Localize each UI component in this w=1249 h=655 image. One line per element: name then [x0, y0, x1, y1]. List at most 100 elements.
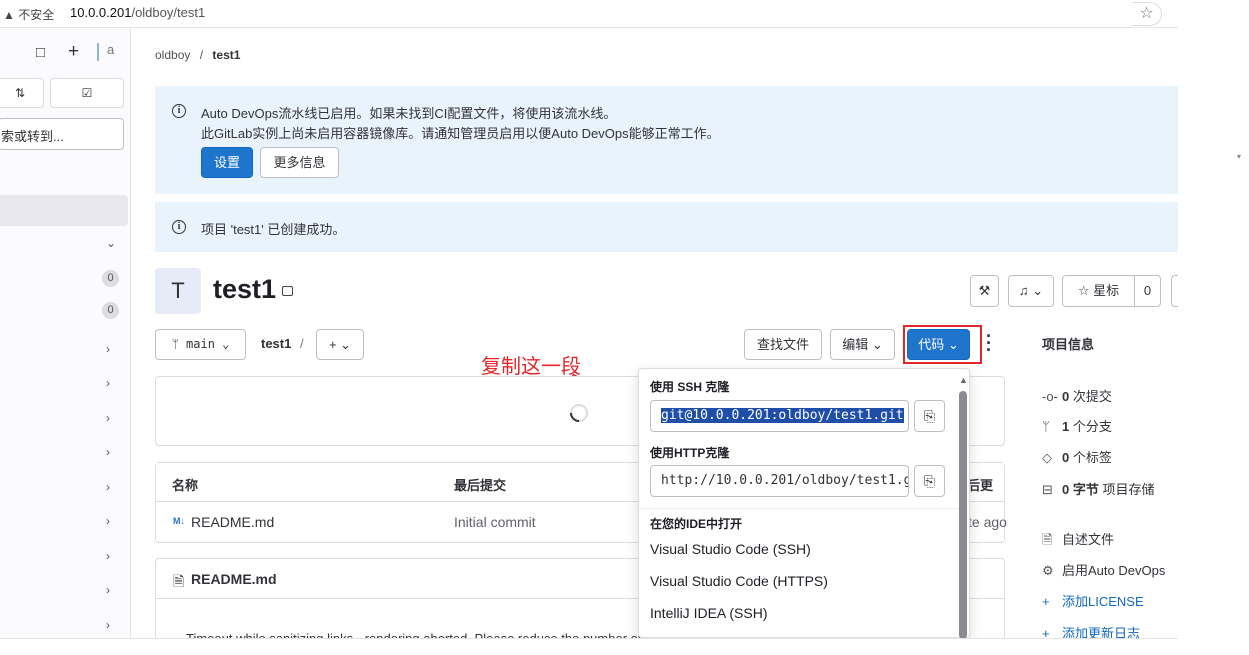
outer-window-area [1178, 0, 1249, 655]
ide-heading: 在您的IDE中打开 [650, 517, 743, 531]
ssh-clone-url-field[interactable]: git@10.0.0.201:oldboy/test1.git [650, 400, 909, 432]
project-info-heading: 项目信息 [1042, 337, 1095, 352]
tags-link[interactable]: ◇ 0 个标签 [1042, 447, 1112, 466]
search-or-goto-input[interactable]: 索或转到... [0, 118, 124, 150]
ide-item-intellij-ssh[interactable]: IntelliJ IDEA (SSH) [650, 605, 767, 621]
bookmark-star-icon[interactable]: ☆ [1132, 2, 1162, 26]
notification-bell-dropdown[interactable]: ♫ ⌄ [1008, 275, 1054, 307]
add-license-link[interactable]: + 添加LICENSE [1042, 591, 1144, 610]
sidebar-item-active[interactable] [0, 195, 128, 226]
commits-link[interactable]: -o- 0 次提交 [1042, 386, 1112, 405]
http-clone-url-field[interactable]: http://10.0.0.201/oldboy/test1.git [650, 465, 909, 497]
breadcrumb-group[interactable]: oldboy [155, 48, 190, 62]
auto-devops-alert: i Auto DevOps流水线已启用。如果未找到CI配置文件，将使用该流水线。… [155, 86, 1178, 194]
avatar-image-icon[interactable]: a [97, 43, 121, 61]
chevron-right-icon[interactable]: › [106, 445, 110, 459]
column-commit-header: 最后提交 [454, 478, 507, 493]
url-path: /oldboy/test1 [131, 5, 206, 20]
branch-icon: ᛘ [1042, 419, 1050, 434]
insecure-label[interactable]: ▲ 不安全 [3, 6, 54, 23]
file-commit-link[interactable]: Initial commit [454, 514, 536, 530]
loading-spinner-icon [570, 404, 588, 422]
star-icon: ☆ [1077, 283, 1090, 298]
ide-item-vscode-ssh[interactable]: Visual Studio Code (SSH) [650, 541, 811, 557]
star-button[interactable]: ☆ 星标 [1062, 275, 1135, 307]
storage-icon: ⊟ [1042, 482, 1053, 497]
ide-item-vscode-https[interactable]: Visual Studio Code (HTTPS) [650, 573, 828, 589]
count-badge: 0 [102, 302, 119, 319]
tags-count: 0 [1062, 450, 1070, 465]
add-to-tree-dropdown[interactable]: + ⌄ [316, 329, 364, 360]
file-icon: 🗎 [173, 573, 185, 589]
wrench-icon[interactable]: ⚒ [970, 275, 999, 307]
readme-link[interactable]: 🗎 自述文件 [1042, 529, 1114, 553]
branches-label: 个分支 [1072, 419, 1112, 434]
markdown-file-icon: M↓ [173, 516, 185, 526]
chevron-right-icon[interactable]: › [106, 549, 110, 563]
settings-button[interactable]: 设置 [201, 147, 253, 178]
copy-http-url-icon[interactable]: ⎘ [914, 465, 945, 497]
merge-requests-icon[interactable]: ⇅ [0, 78, 44, 108]
settings-icon: ⚙ [1042, 563, 1054, 578]
new-item-icon[interactable]: + [68, 41, 79, 63]
ssh-clone-url-selected: git@10.0.0.201:oldboy/test1.git [661, 408, 904, 423]
enable-devops-label: 启用Auto DevOps [1062, 563, 1166, 578]
scroll-up-icon[interactable]: ▲ [959, 375, 968, 385]
document-icon: 🗎 [1042, 532, 1053, 547]
chevron-down-icon: ⌄ [1032, 283, 1044, 298]
chevron-down-icon: ⌄ [222, 337, 230, 351]
breadcrumb-separator: / [199, 48, 204, 62]
file-name-link[interactable]: README.md [191, 514, 274, 530]
branches-link[interactable]: ᛘ1 个分支 [1042, 416, 1112, 435]
code-dropdown-button[interactable]: 代码 ⌄ [907, 329, 970, 360]
branch-selector[interactable]: ᛘ main ⌄ [155, 329, 246, 360]
clone-dropdown: 使用 SSH 克隆 git@10.0.0.201:oldboy/test1.gi… [638, 368, 970, 639]
info-icon: i [172, 220, 186, 234]
chevron-right-icon[interactable]: › [106, 514, 110, 528]
chevron-right-icon[interactable]: › [106, 411, 110, 425]
tag-icon: ◇ [1042, 450, 1052, 465]
branches-count: 1 [1062, 419, 1070, 434]
commits-label: 次提交 [1072, 389, 1112, 404]
chevron-right-icon[interactable]: › [106, 342, 110, 356]
chevron-right-icon[interactable]: › [106, 376, 110, 390]
info-icon: i [172, 104, 186, 118]
chevron-down-icon: ⌄ [871, 337, 883, 352]
chevron-down-icon[interactable]: ⌄ [106, 236, 116, 250]
tags-label: 个标签 [1072, 450, 1112, 465]
chevron-right-icon[interactable]: › [106, 583, 110, 597]
divider [639, 508, 961, 509]
breadcrumb-project[interactable]: test1 [212, 48, 240, 62]
url-text[interactable]: 10.0.0.201/oldboy/test1 [70, 5, 205, 20]
alert-text: 项目 'test1' 已创建成功。 [201, 222, 346, 237]
readme-title: README.md [191, 571, 277, 587]
sidebar: □ + a ⇅ ☑ 索或转到... ⌄ 0 0 › › › › › › › › … [0, 28, 131, 638]
todo-icon[interactable]: ☑ [50, 78, 124, 108]
http-clone-heading: 使用HTTP克隆 [650, 446, 730, 460]
edit-dropdown[interactable]: 编辑 ⌄ [830, 329, 895, 360]
toggle-sidebar-icon[interactable]: □ [36, 44, 45, 61]
horizontal-scrollbar[interactable] [0, 638, 1178, 655]
storage-value: 0 字节 [1062, 482, 1099, 497]
chevron-down-icon: ⌄ [340, 337, 352, 352]
copy-ssh-url-icon[interactable]: ⎘ [914, 400, 945, 432]
chevron-right-icon[interactable]: › [106, 618, 110, 632]
plus-icon: + [328, 337, 337, 352]
column-name-header: 名称 [172, 478, 199, 493]
storage-info[interactable]: ⊟ 0 字节 项目存储 [1042, 479, 1154, 498]
chevron-down-icon: ⌄ [947, 337, 959, 352]
browser-address-bar[interactable]: ▲ 不安全 10.0.0.201/oldboy/test1 ☆ [0, 0, 1178, 28]
lock-icon [282, 286, 293, 296]
project-created-alert: i 项目 'test1' 已创建成功。 [155, 202, 1178, 252]
repo-path[interactable]: test1 [261, 336, 291, 351]
star-count[interactable]: 0 [1134, 275, 1161, 307]
plus-icon: + [1042, 594, 1050, 609]
chevron-right-icon[interactable]: › [106, 480, 110, 494]
dropdown-scrollbar[interactable] [959, 391, 967, 639]
code-label: 代码 [918, 337, 945, 352]
more-actions-icon[interactable]: · · · [986, 327, 992, 359]
enable-devops-link[interactable]: ⚙ 启用Auto DevOps [1042, 560, 1165, 579]
find-file-button[interactable]: 查找文件 [744, 329, 822, 360]
more-info-button[interactable]: 更多信息 [260, 147, 339, 178]
branch-icon: ᛘ [171, 337, 179, 351]
